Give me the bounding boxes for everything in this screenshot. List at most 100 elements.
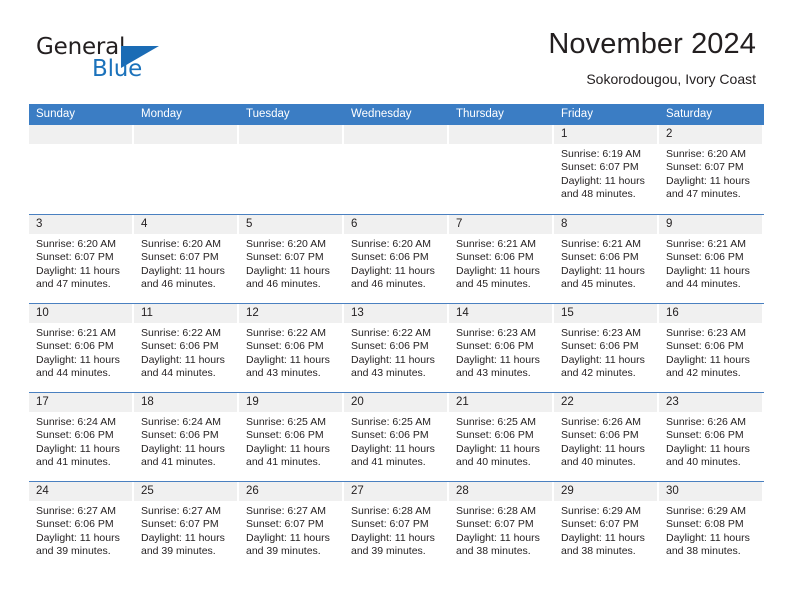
- calendar-day-cell[interactable]: 8 Sunrise: 6:21 AM Sunset: 6:06 PM Daylight…: [554, 215, 659, 303]
- sunset-time: Sunset: 6:06 PM: [351, 251, 429, 264]
- day-sun-info: Sunrise: 6:21 AM Sunset: 6:06 PM Daylight:…: [29, 323, 132, 381]
- day-sun-info: Sunrise: 6:26 AM Sunset: 6:06 PM Daylight:…: [659, 412, 762, 470]
- day-sun-info: Sunrise: 6:27 AM Sunset: 6:06 PM Daylight:…: [29, 501, 132, 559]
- daylight-duration-line1: Daylight: 11 hours: [351, 442, 435, 455]
- calendar-day-cell[interactable]: 5 Sunrise: 6:20 AM Sunset: 6:07 PM Daylight…: [239, 215, 344, 303]
- brand-logo[interactable]: General Blue: [36, 34, 266, 90]
- day-number: 26: [239, 482, 342, 501]
- calendar-day-cell[interactable]: 14 Sunrise: 6:23 AM Sunset: 6:06 PM Dayligh…: [449, 304, 554, 392]
- sunset-time: Sunset: 6:06 PM: [351, 340, 429, 353]
- day-sun-info: Sunrise: 6:19 AM Sunset: 6:07 PM Daylight:…: [554, 144, 657, 202]
- day-sun-info: Sunrise: 6:22 AM Sunset: 6:06 PM Daylight:…: [134, 323, 237, 381]
- daylight-duration-line1: Daylight: 11 hours: [246, 353, 330, 366]
- daylight-duration-line1: Daylight: 11 hours: [36, 353, 120, 366]
- calendar-day-cell[interactable]: 28 Sunrise: 6:28 AM Sunset: 6:07 PM Dayligh…: [449, 482, 554, 570]
- day-sun-info: Sunrise: 6:23 AM Sunset: 6:06 PM Daylight:…: [449, 323, 552, 381]
- calendar-day-cell[interactable]: 25 Sunrise: 6:27 AM Sunset: 6:07 PM Dayligh…: [134, 482, 239, 570]
- daylight-duration-line1: Daylight: 11 hours: [666, 531, 750, 544]
- sunrise-time: Sunrise: 6:21 AM: [666, 238, 746, 250]
- daylight-duration-line2: and 41 minutes.: [246, 456, 321, 469]
- day-sun-info: Sunrise: 6:25 AM Sunset: 6:06 PM Daylight:…: [344, 412, 447, 470]
- day-sun-info: Sunrise: 6:22 AM Sunset: 6:06 PM Daylight:…: [344, 323, 447, 381]
- calendar-day-cell[interactable]: 2 Sunrise: 6:20 AM Sunset: 6:07 PM Daylight…: [659, 125, 764, 214]
- daylight-duration-line2: and 38 minutes.: [666, 545, 741, 558]
- calendar-day-cell[interactable]: 21 Sunrise: 6:25 AM Sunset: 6:06 PM Dayligh…: [449, 393, 554, 481]
- calendar-day-cell[interactable]: 24 Sunrise: 6:27 AM Sunset: 6:06 PM Dayligh…: [29, 482, 134, 570]
- day-number: 4: [134, 215, 237, 234]
- brand-name-blue: Blue: [92, 56, 143, 82]
- sunset-time: Sunset: 6:06 PM: [246, 429, 324, 442]
- day-number: 10: [29, 304, 132, 323]
- day-sun-info: Sunrise: 6:20 AM Sunset: 6:06 PM Daylight:…: [344, 234, 447, 292]
- calendar-day-cell[interactable]: 18 Sunrise: 6:24 AM Sunset: 6:06 PM Dayligh…: [134, 393, 239, 481]
- calendar-day-cell[interactable]: 20 Sunrise: 6:25 AM Sunset: 6:06 PM Dayligh…: [344, 393, 449, 481]
- calendar-day-cell[interactable]: 9 Sunrise: 6:21 AM Sunset: 6:06 PM Daylight…: [659, 215, 764, 303]
- calendar-day-cell[interactable]: 3 Sunrise: 6:20 AM Sunset: 6:07 PM Daylight…: [29, 215, 134, 303]
- sunset-time: Sunset: 6:06 PM: [561, 340, 639, 353]
- calendar-day-cell[interactable]: 12 Sunrise: 6:22 AM Sunset: 6:06 PM Dayligh…: [239, 304, 344, 392]
- daylight-duration-line2: and 46 minutes.: [351, 278, 426, 291]
- daylight-duration-line2: and 46 minutes.: [246, 278, 321, 291]
- calendar-day-cell[interactable]: 29 Sunrise: 6:29 AM Sunset: 6:07 PM Dayligh…: [554, 482, 659, 570]
- daylight-duration-line1: Daylight: 11 hours: [36, 531, 120, 544]
- day-header-friday: Friday: [561, 108, 593, 120]
- calendar-day-cell[interactable]: 6 Sunrise: 6:20 AM Sunset: 6:06 PM Daylight…: [344, 215, 449, 303]
- calendar-day-cell[interactable]: 16 Sunrise: 6:23 AM Sunset: 6:06 PM Dayligh…: [659, 304, 764, 392]
- day-sun-info: Sunrise: 6:21 AM Sunset: 6:06 PM Daylight:…: [659, 234, 762, 292]
- sunrise-time: Sunrise: 6:19 AM: [561, 148, 641, 160]
- sunrise-time: Sunrise: 6:21 AM: [456, 238, 536, 250]
- calendar-week-row: 17 Sunrise: 6:24 AM Sunset: 6:06 PM Dayligh…: [29, 392, 764, 481]
- day-number: 23: [659, 393, 762, 412]
- calendar-week-row: 1 Sunrise: 6:19 AM Sunset: 6:07 PM Daylight…: [29, 125, 764, 214]
- daylight-duration-line1: Daylight: 11 hours: [666, 174, 750, 187]
- calendar-day-cell[interactable]: 11 Sunrise: 6:22 AM Sunset: 6:06 PM Dayligh…: [134, 304, 239, 392]
- calendar-day-cell[interactable]: 22 Sunrise: 6:26 AM Sunset: 6:06 PM Dayligh…: [554, 393, 659, 481]
- daylight-duration-line1: Daylight: 11 hours: [456, 442, 540, 455]
- sunrise-time: Sunrise: 6:29 AM: [561, 505, 641, 517]
- day-sun-info: Sunrise: 6:21 AM Sunset: 6:06 PM Daylight:…: [449, 234, 552, 292]
- day-number: 5: [239, 215, 342, 234]
- calendar-day-cell[interactable]: 23 Sunrise: 6:26 AM Sunset: 6:06 PM Dayligh…: [659, 393, 764, 481]
- daylight-duration-line1: Daylight: 11 hours: [561, 264, 645, 277]
- day-sun-info: Sunrise: 6:29 AM Sunset: 6:07 PM Daylight:…: [554, 501, 657, 559]
- calendar-week-row: 3 Sunrise: 6:20 AM Sunset: 6:07 PM Daylight…: [29, 214, 764, 303]
- daylight-duration-line1: Daylight: 11 hours: [351, 531, 435, 544]
- day-sun-info: Sunrise: 6:28 AM Sunset: 6:07 PM Daylight:…: [344, 501, 447, 559]
- sunset-time: Sunset: 6:06 PM: [456, 429, 534, 442]
- day-number: 12: [239, 304, 342, 323]
- day-sun-info: Sunrise: 6:22 AM Sunset: 6:06 PM Daylight:…: [239, 323, 342, 381]
- sunset-time: Sunset: 6:06 PM: [456, 340, 534, 353]
- day-number: 8: [554, 215, 657, 234]
- daylight-duration-line2: and 47 minutes.: [36, 278, 111, 291]
- calendar-day-cell[interactable]: 26 Sunrise: 6:27 AM Sunset: 6:07 PM Dayligh…: [239, 482, 344, 570]
- calendar-day-cell[interactable]: 13 Sunrise: 6:22 AM Sunset: 6:06 PM Dayligh…: [344, 304, 449, 392]
- daylight-duration-line2: and 43 minutes.: [351, 367, 426, 380]
- daylight-duration-line1: Daylight: 11 hours: [456, 531, 540, 544]
- calendar-day-cell[interactable]: 7 Sunrise: 6:21 AM Sunset: 6:06 PM Daylight…: [449, 215, 554, 303]
- calendar-day-cell[interactable]: 17 Sunrise: 6:24 AM Sunset: 6:06 PM Dayligh…: [29, 393, 134, 481]
- daylight-duration-line1: Daylight: 11 hours: [246, 531, 330, 544]
- day-sun-info: [29, 144, 132, 148]
- calendar-day-cell[interactable]: 4 Sunrise: 6:20 AM Sunset: 6:07 PM Daylight…: [134, 215, 239, 303]
- sunset-time: Sunset: 6:06 PM: [666, 251, 744, 264]
- calendar-day-cell[interactable]: 10 Sunrise: 6:21 AM Sunset: 6:06 PM Dayligh…: [29, 304, 134, 392]
- daylight-duration-line2: and 45 minutes.: [456, 278, 531, 291]
- calendar-grid: Sunday Monday Tuesday Wednesday Thursday…: [29, 104, 764, 570]
- calendar-day-cell[interactable]: 27 Sunrise: 6:28 AM Sunset: 6:07 PM Dayligh…: [344, 482, 449, 570]
- day-header-thursday: Thursday: [456, 108, 504, 120]
- calendar-day-cell[interactable]: 19 Sunrise: 6:25 AM Sunset: 6:06 PM Dayligh…: [239, 393, 344, 481]
- calendar-day-cell[interactable]: 1 Sunrise: 6:19 AM Sunset: 6:07 PM Daylight…: [554, 125, 659, 214]
- calendar-day-cell-empty: [134, 125, 239, 214]
- daylight-duration-line1: Daylight: 11 hours: [246, 264, 330, 277]
- day-sun-info: Sunrise: 6:20 AM Sunset: 6:07 PM Daylight:…: [659, 144, 762, 202]
- calendar-day-cell[interactable]: 30 Sunrise: 6:29 AM Sunset: 6:08 PM Dayligh…: [659, 482, 764, 570]
- daylight-duration-line2: and 47 minutes.: [666, 188, 741, 201]
- day-number: 27: [344, 482, 447, 501]
- daylight-duration-line1: Daylight: 11 hours: [36, 442, 120, 455]
- daylight-duration-line1: Daylight: 11 hours: [666, 442, 750, 455]
- sunset-time: Sunset: 6:06 PM: [561, 251, 639, 264]
- title-block: November 2024 Sokorodougou, Ivory Coast: [548, 26, 756, 88]
- day-sun-info: Sunrise: 6:24 AM Sunset: 6:06 PM Daylight:…: [29, 412, 132, 470]
- day-sun-info: Sunrise: 6:27 AM Sunset: 6:07 PM Daylight:…: [239, 501, 342, 559]
- calendar-day-cell[interactable]: 15 Sunrise: 6:23 AM Sunset: 6:06 PM Dayligh…: [554, 304, 659, 392]
